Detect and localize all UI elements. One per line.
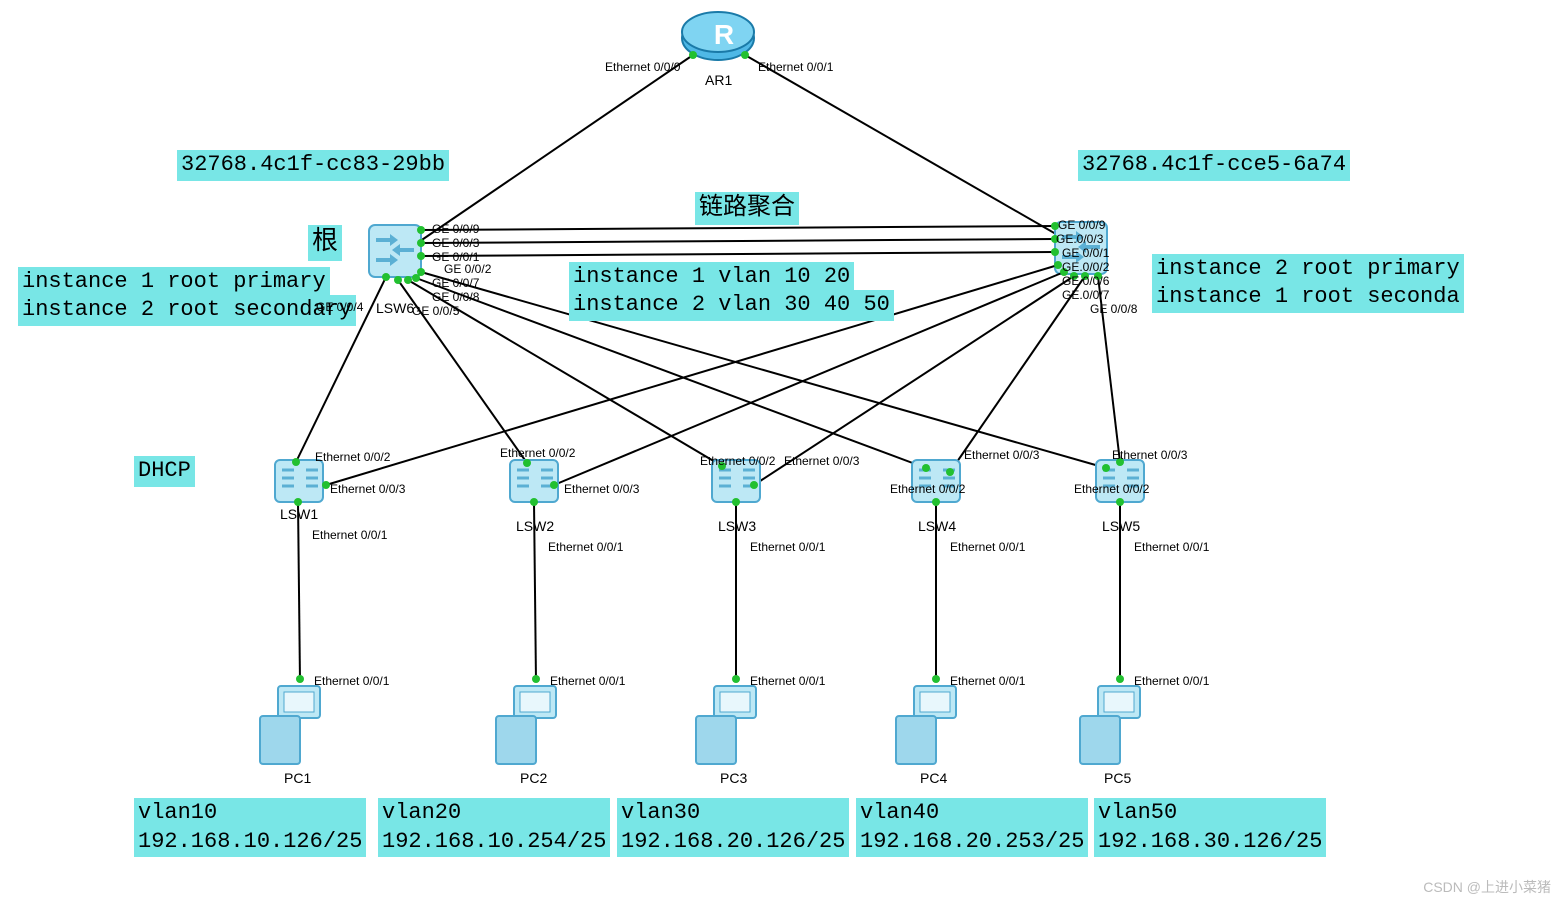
lsw7-ge6: GE 0/0/6 xyxy=(1062,274,1109,288)
pc3-vlan: vlan30 192.168.20.126/25 xyxy=(617,798,849,857)
dhcp-label: DHCP xyxy=(134,456,195,487)
lsw4-e1: Ethernet 0/0/1 xyxy=(950,540,1025,554)
lsw2-name: LSW2 xyxy=(516,518,554,534)
pc2-icon[interactable] xyxy=(496,686,556,764)
pc5-name: PC5 xyxy=(1104,770,1131,786)
pc1-vlan-name: vlan10 xyxy=(138,800,217,825)
pc5-icon[interactable] xyxy=(1080,686,1140,764)
pc4-ip: 192.168.20.253/25 xyxy=(860,829,1084,854)
lsw6-ge7: GE 0/0/7 xyxy=(432,276,479,290)
svg-text:R: R xyxy=(714,19,734,50)
lsw5-e1: Ethernet 0/0/1 xyxy=(1134,540,1209,554)
pc2-port: Ethernet 0/0/1 xyxy=(550,674,625,688)
lsw4-name: LSW4 xyxy=(918,518,956,534)
lsw1-name: LSW1 xyxy=(280,506,318,522)
lsw6-ge9: GE 0/0/9 xyxy=(432,222,479,236)
lsw2-e3: Ethernet 0/0/3 xyxy=(564,482,639,496)
pc3-vlan-name: vlan30 xyxy=(621,800,700,825)
pc1-icon[interactable] xyxy=(260,686,320,764)
pc1-vlan: vlan10 192.168.10.126/25 xyxy=(134,798,366,857)
pc1-port: Ethernet 0/0/1 xyxy=(314,674,389,688)
lsw7-ge3: GE.0/0/3 xyxy=(1056,232,1103,246)
lsw2-e1: Ethernet 0/0/1 xyxy=(548,540,623,554)
pc2-vlan: vlan20 192.168.10.254/25 xyxy=(378,798,610,857)
lsw2-icon[interactable] xyxy=(510,460,558,502)
pc4-vlan-name: vlan40 xyxy=(860,800,939,825)
lsw4-e2: Ethernet 0/0/2 xyxy=(890,482,965,496)
pc5-vlan-name: vlan50 xyxy=(1098,800,1177,825)
lsw6-ge8: GE 0/0/8 xyxy=(432,290,479,304)
lsw7-inst2: instance 1 root seconda xyxy=(1152,282,1464,313)
lsw7-ge2: GE.0/0/2 xyxy=(1062,260,1109,274)
topology-canvas: R xyxy=(0,0,1565,903)
lsw6-ge2: GE 0/0/2 xyxy=(444,262,491,276)
pc5-vlan: vlan50 192.168.30.126/25 xyxy=(1094,798,1326,857)
lsw3-name: LSW3 xyxy=(718,518,756,534)
lsw7-ge7: GE.0/0/7 xyxy=(1062,288,1109,302)
lsw6-inst1: instance 1 root primary xyxy=(18,267,330,298)
pc3-icon[interactable] xyxy=(696,686,756,764)
lsw6-ge5: GE 0/0/5 xyxy=(412,304,459,318)
lsw7-mac: 32768.4c1f-cce5-6a74 xyxy=(1078,150,1350,181)
watermark: CSDN @上进小菜猪 xyxy=(1423,877,1551,897)
pc5-port: Ethernet 0/0/1 xyxy=(1134,674,1209,688)
lsw1-icon[interactable] xyxy=(275,460,323,502)
pc3-ip: 192.168.20.126/25 xyxy=(621,829,845,854)
lsw7-inst1: instance 2 root primary xyxy=(1152,254,1464,285)
lsw7-ge9: GE 0/0/9 xyxy=(1058,218,1105,232)
lsw3-e1: Ethernet 0/0/1 xyxy=(750,540,825,554)
pc1-name: PC1 xyxy=(284,770,311,786)
pc1-ip: 192.168.10.126/25 xyxy=(138,829,362,854)
trunk-title: 链路聚合 xyxy=(695,192,799,225)
pc2-ip: 192.168.10.254/25 xyxy=(382,829,606,854)
ar1-port0: Ethernet 0/0/0 xyxy=(605,60,680,74)
lsw6-ge4: GE 0/0/4 xyxy=(316,300,363,314)
lsw6-icon[interactable] xyxy=(369,225,421,277)
lsw6-inst2: instance 2 root secondary xyxy=(18,295,356,326)
lsw7-ge1: GE 0/0/1 xyxy=(1062,246,1109,260)
lsw5-name: LSW5 xyxy=(1102,518,1140,534)
lsw1-e3: Ethernet 0/0/3 xyxy=(330,482,405,496)
ar1-name: AR1 xyxy=(705,72,732,88)
lsw6-name: LSW6 xyxy=(376,300,414,316)
lsw3-e3: Ethernet 0/0/3 xyxy=(784,454,859,468)
lsw1-e1: Ethernet 0/0/1 xyxy=(312,528,387,542)
lsw1-e2: Ethernet 0/0/2 xyxy=(315,450,390,464)
pc4-icon[interactable] xyxy=(896,686,956,764)
pc2-vlan-name: vlan20 xyxy=(382,800,461,825)
root-label: 根 xyxy=(308,225,342,261)
lsw5-e3: Ethernet 0/0/3 xyxy=(1112,448,1187,462)
pc4-vlan: vlan40 192.168.20.253/25 xyxy=(856,798,1088,857)
pc3-port: Ethernet 0/0/1 xyxy=(750,674,825,688)
lsw2-e2: Ethernet 0/0/2 xyxy=(500,446,575,460)
ar1-port1: Ethernet 0/0/1 xyxy=(758,60,833,74)
lsw6-ge3: GE 0/0/3 xyxy=(432,236,479,250)
lsw6-mac: 32768.4c1f-cc83-29bb xyxy=(177,150,449,181)
pc5-ip: 192.168.30.126/25 xyxy=(1098,829,1322,854)
lsw4-e3: Ethernet 0/0/3 xyxy=(964,448,1039,462)
pc4-name: PC4 xyxy=(920,770,947,786)
trunk-vlana: instance 1 vlan 10 20 xyxy=(569,262,854,293)
lsw7-ge8: GE 0/0/8 xyxy=(1090,302,1137,316)
pc2-name: PC2 xyxy=(520,770,547,786)
lsw3-e2: Ethernet 0/0/2 xyxy=(700,454,775,468)
lsw5-e2: Ethernet 0/0/2 xyxy=(1074,482,1149,496)
pc4-port: Ethernet 0/0/1 xyxy=(950,674,1025,688)
pc3-name: PC3 xyxy=(720,770,747,786)
trunk-vlanb: instance 2 vlan 30 40 50 xyxy=(569,290,894,321)
